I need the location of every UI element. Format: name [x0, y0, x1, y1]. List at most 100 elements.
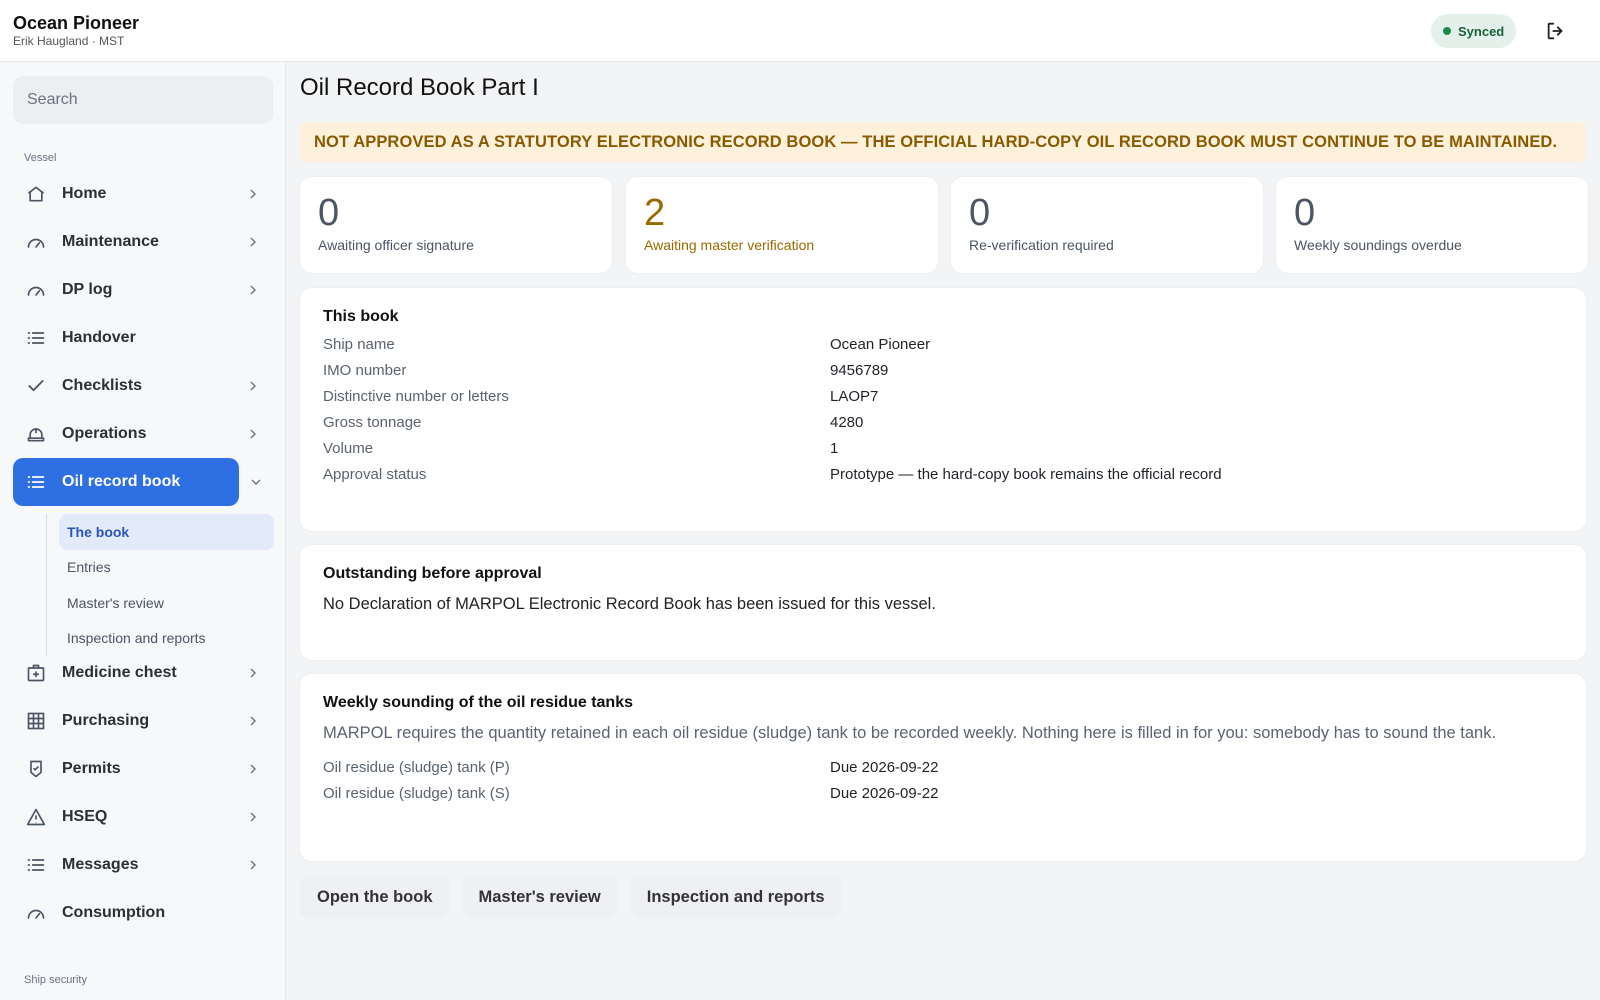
- warning-icon: [26, 807, 46, 827]
- stat-card-officer-signature[interactable]: 0 Awaiting officer signature: [300, 177, 612, 273]
- section-label-ship-security: Ship security: [24, 974, 87, 986]
- tank-due: Due 2026-09-22: [830, 785, 939, 802]
- chevron-right-icon: [250, 812, 256, 822]
- detail-value: Ocean Pioneer: [830, 336, 931, 353]
- stat-value: 0: [1294, 192, 1316, 234]
- sidebar-item-label: Handover: [62, 329, 136, 346]
- sidebar-item-label: DP log: [62, 281, 113, 298]
- detail-row: Gross tonnage 4280: [323, 410, 1563, 436]
- vessel-name: Ocean Pioneer: [13, 13, 140, 33]
- subnav-item-masters-review[interactable]: Master's review: [59, 585, 274, 621]
- list-icon: [26, 328, 46, 348]
- detail-row: Approval status Prototype — the hard-copy…: [323, 462, 1563, 488]
- sidebar-item-oil-record-book[interactable]: Oil record book: [13, 458, 239, 506]
- search-input[interactable]: [13, 76, 273, 124]
- tank-due: Due 2026-09-22: [830, 759, 939, 776]
- outstanding-text: No Declaration of MARPOL Electronic Reco…: [323, 595, 936, 613]
- chevron-right-icon: [250, 860, 256, 870]
- sidebar-item-label: Checklists: [62, 377, 143, 394]
- detail-row: Volume 1: [323, 436, 1563, 462]
- detail-value: 9456789: [830, 362, 889, 379]
- sidebar-item-maintenance[interactable]: Maintenance: [13, 218, 273, 266]
- sidebar-item-permits[interactable]: Permits: [13, 745, 273, 793]
- sidebar-item-operations[interactable]: Operations: [13, 410, 273, 458]
- sidebar-item-label: Operations: [62, 425, 147, 442]
- stat-value: 0: [969, 192, 991, 234]
- sidebar-item-label: Consumption: [62, 904, 166, 921]
- chevron-right-icon: [250, 764, 256, 774]
- sidebar: Vessel Home Maintenance DP log Handover …: [0, 62, 286, 1000]
- detail-key: IMO number: [323, 362, 407, 379]
- shield-icon: [26, 759, 46, 779]
- chevron-right-icon: [250, 716, 256, 726]
- sidebar-item-home[interactable]: Home: [13, 170, 273, 218]
- page-title: Oil Record Book Part I: [300, 74, 539, 101]
- check-icon: [26, 376, 46, 396]
- detail-key: Ship name: [323, 336, 395, 353]
- section-label-vessel: Vessel: [24, 152, 57, 164]
- stat-card-reverification[interactable]: 0 Re-verification required: [951, 177, 1263, 273]
- sidebar-item-medicine-chest[interactable]: Medicine chest: [13, 649, 273, 697]
- sidebar-item-label: Messages: [62, 856, 139, 873]
- logout-icon: [1547, 22, 1563, 40]
- open-book-button[interactable]: Open the book: [300, 875, 450, 919]
- home-icon: [26, 184, 46, 204]
- helmet-icon: [26, 424, 46, 444]
- tank-name: Oil residue (sludge) tank (P): [323, 759, 510, 776]
- status-dot-icon: [1443, 27, 1451, 35]
- medical-kit-icon: [26, 663, 46, 683]
- tank-name: Oil residue (sludge) tank (S): [323, 785, 510, 802]
- subnav-item-the-book[interactable]: The book: [59, 514, 274, 550]
- card-title: Weekly sounding of the oil residue tanks: [323, 694, 633, 711]
- detail-key: Distinctive number or letters: [323, 388, 509, 405]
- stat-label: Awaiting master verification: [644, 237, 815, 253]
- detail-key: Approval status: [323, 466, 427, 483]
- sidebar-item-hseq[interactable]: HSEQ: [13, 793, 273, 841]
- sidebar-item-label: Medicine chest: [62, 664, 177, 681]
- sync-status-badge: Synced: [1431, 14, 1517, 48]
- card-title: This book: [323, 308, 399, 325]
- chevron-down-icon[interactable]: [248, 474, 264, 490]
- list-icon: [26, 855, 46, 875]
- sidebar-item-dp-log[interactable]: DP log: [13, 266, 273, 314]
- sidebar-item-purchasing[interactable]: Purchasing: [13, 697, 273, 745]
- detail-key: Volume: [323, 440, 374, 457]
- stat-card-soundings-overdue[interactable]: 0 Weekly soundings overdue: [1276, 177, 1588, 273]
- stat-card-master-verification[interactable]: 2 Awaiting master verification: [626, 177, 938, 273]
- detail-key: Gross tonnage: [323, 414, 422, 431]
- sidebar-item-label: Home: [62, 185, 107, 202]
- vessel-brand: Ocean Pioneer Erik Haugland · MST: [13, 13, 139, 48]
- detail-row: Ship name Ocean Pioneer: [323, 332, 1563, 358]
- sidebar-item-label: Oil record book: [62, 473, 181, 490]
- sidebar-item-label: HSEQ: [62, 808, 108, 825]
- gauge-icon: [26, 232, 46, 252]
- sidebar-item-handover[interactable]: Handover: [13, 314, 273, 362]
- sidebar-item-messages[interactable]: Messages: [13, 841, 273, 889]
- logout-button[interactable]: [1543, 18, 1569, 44]
- sidebar-item-consumption[interactable]: Consumption: [13, 889, 273, 937]
- weekly-description: MARPOL requires the quantity retained in…: [323, 724, 1497, 742]
- action-buttons: Open the book Master's review Inspection…: [300, 875, 842, 919]
- masters-review-button[interactable]: Master's review: [461, 875, 618, 919]
- subnav-item-entries[interactable]: Entries: [59, 550, 274, 586]
- stat-label: Awaiting officer signature: [318, 237, 474, 253]
- sidebar-item-label: Maintenance: [62, 233, 159, 250]
- sidebar-item-checklists[interactable]: Checklists: [13, 362, 273, 410]
- gauge-icon: [26, 280, 46, 300]
- sidebar-item-label: Purchasing: [62, 712, 150, 729]
- card-title: Outstanding before approval: [323, 565, 542, 582]
- detail-value: 1: [830, 440, 839, 457]
- oil-record-book-subnav: The book Entries Master's review Inspect…: [46, 514, 274, 656]
- chevron-right-icon: [250, 381, 256, 391]
- list-icon: [26, 472, 46, 492]
- gauge-icon: [26, 903, 46, 923]
- tank-row: Oil residue (sludge) tank (S) Due 2026-09…: [323, 781, 1563, 807]
- chevron-right-icon: [250, 429, 256, 439]
- user-line: Erik Haugland · MST: [13, 34, 125, 48]
- stat-label: Weekly soundings overdue: [1294, 237, 1462, 253]
- warning-banner: NOT APPROVED AS A STATUTORY ELECTRONIC R…: [300, 122, 1586, 162]
- top-bar: Ocean Pioneer Erik Haugland · MST Synced: [0, 0, 1600, 62]
- detail-value: LAOP7: [830, 388, 879, 405]
- chevron-right-icon: [250, 189, 256, 199]
- inspection-reports-button[interactable]: Inspection and reports: [629, 875, 842, 919]
